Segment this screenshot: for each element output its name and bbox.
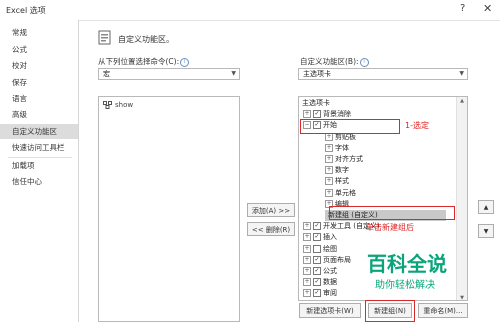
tree-row-label: 数据 xyxy=(323,278,337,287)
new-tab-button[interactable]: 新建选项卡(W) xyxy=(299,303,361,318)
help-button[interactable]: ? xyxy=(460,3,465,14)
expand-icon[interactable]: + xyxy=(303,244,311,253)
customize-ribbon-label: 自定义功能区(B): i xyxy=(300,56,369,67)
tree-row[interactable]: + 字体 xyxy=(325,143,349,154)
choose-commands-label-text: 从下列位置选择命令(C): xyxy=(98,57,180,66)
customize-ribbon-label-text: 自定义功能区(B): xyxy=(300,57,359,66)
rename-button[interactable]: 重命名(M)... xyxy=(418,303,468,318)
tree-row-label: 公式 xyxy=(323,267,337,275)
info-icon: i xyxy=(180,57,190,67)
sidebar-item-language[interactable]: 语言 xyxy=(0,91,78,106)
tree-row[interactable]: + ✓ 插入 xyxy=(303,232,337,243)
title-bar: Excel 选项 ? ✕ xyxy=(0,0,500,21)
watermark-title: 百科全说 xyxy=(367,252,447,276)
page-heading: 自定义功能区。 xyxy=(118,35,174,44)
list-item-label: show xyxy=(115,101,134,109)
move-up-button[interactable]: ▲ xyxy=(478,200,494,214)
expand-icon[interactable]: + xyxy=(325,155,333,163)
highlight-new-group xyxy=(329,206,455,220)
customize-ribbon-icon xyxy=(98,30,112,46)
expand-icon[interactable]: + xyxy=(303,267,311,275)
tree-row[interactable]: + 数字 xyxy=(325,165,349,176)
tree-row[interactable]: 主选项卡 xyxy=(302,98,330,109)
choose-commands-label: 从下列位置选择命令(C): i xyxy=(98,56,190,67)
expand-icon[interactable]: + xyxy=(303,233,311,242)
highlight-start-tab xyxy=(300,119,400,134)
sidebar-item-save[interactable]: 保存 xyxy=(0,75,78,90)
tree-row[interactable]: + 绘图 xyxy=(303,244,337,255)
checkbox[interactable]: ✓ xyxy=(313,233,321,242)
checkbox[interactable]: ✓ xyxy=(313,255,321,264)
expand-icon[interactable]: + xyxy=(303,255,311,264)
choose-commands-combo[interactable]: 宏 ▼ xyxy=(98,68,240,80)
checkbox[interactable]: ✓ xyxy=(313,222,321,231)
scroll-down-icon[interactable]: ▼ xyxy=(457,294,467,300)
tree-row[interactable]: + 单元格 xyxy=(325,188,356,199)
info-icon: i xyxy=(359,57,369,67)
sidebar-item-quick-access[interactable]: 快速访问工具栏 xyxy=(0,140,78,155)
tree-row[interactable]: + ✓ 数据 xyxy=(303,277,337,288)
close-button[interactable]: ✕ xyxy=(483,2,492,15)
sidebar-item-proofing[interactable]: 校对 xyxy=(0,58,78,73)
window-title: Excel 选项 xyxy=(6,6,46,15)
sidebar-item-trust-center[interactable]: 信任中心 xyxy=(0,174,78,189)
tree-row[interactable]: + ✓ 页面布局 xyxy=(303,255,351,266)
move-down-button[interactable]: ▼ xyxy=(478,224,494,238)
tree-row-label: 审阅 xyxy=(323,289,337,298)
sidebar: 常规 公式 校对 保存 语言 高级 自定义功能区 快速访问工具栏 加载项 信任中… xyxy=(0,20,79,322)
ribbon-type-value: 主选项卡 xyxy=(303,70,331,78)
expand-icon[interactable]: + xyxy=(325,177,333,186)
annotation-step1: 1-选定 xyxy=(405,121,429,130)
add-button[interactable]: 添加(A) >> xyxy=(247,203,295,217)
checkbox[interactable] xyxy=(313,244,321,253)
highlight-new-group-button xyxy=(365,300,415,322)
list-item[interactable]: show xyxy=(103,100,133,110)
checkbox[interactable]: ✓ xyxy=(313,289,321,298)
expand-icon[interactable]: + xyxy=(325,166,333,175)
tree-row[interactable]: + ✓ 审阅 xyxy=(303,288,337,299)
checkbox[interactable]: ✓ xyxy=(313,267,321,275)
sidebar-item-addins[interactable]: 加载项 xyxy=(0,158,78,173)
expand-icon[interactable]: + xyxy=(325,143,333,152)
chevron-down-icon: ▼ xyxy=(231,70,236,77)
tree-row-label: 绘图 xyxy=(323,244,337,253)
expand-icon[interactable]: + xyxy=(303,289,311,298)
tree-row-label: 字体 xyxy=(335,143,349,152)
tree-scrollbar[interactable]: ▲ ▼ xyxy=(456,97,467,300)
expand-icon[interactable]: + xyxy=(325,188,333,197)
tree-row[interactable]: + 对齐方式 xyxy=(325,154,363,165)
sidebar-item-formulas[interactable]: 公式 xyxy=(0,42,78,57)
tree-row-label: 主选项卡 xyxy=(302,99,330,107)
watermark-subtitle: 助你轻松解决 xyxy=(375,280,435,291)
remove-button[interactable]: << 删除(R) xyxy=(247,222,295,236)
sidebar-item-general[interactable]: 常规 xyxy=(0,25,78,40)
checkbox[interactable]: ✓ xyxy=(313,110,321,119)
sidebar-item-advanced[interactable]: 高级 xyxy=(0,107,78,122)
tree-row-label: 页面布局 xyxy=(323,255,351,264)
chevron-down-icon: ▼ xyxy=(459,70,464,77)
macro-icon xyxy=(103,101,112,109)
tree-row-label: 单元格 xyxy=(335,188,356,197)
ribbon-type-combo[interactable]: 主选项卡 ▼ xyxy=(298,68,468,80)
expand-icon[interactable]: + xyxy=(303,278,311,287)
tree-row-label: 数字 xyxy=(335,166,349,175)
scroll-up-icon[interactable]: ▲ xyxy=(457,97,467,105)
tree-row-label: 样式 xyxy=(335,177,349,186)
tree-row[interactable]: + 样式 xyxy=(325,176,349,187)
tree-row-label: 插入 xyxy=(323,233,337,242)
expand-icon[interactable]: + xyxy=(303,110,311,119)
expand-icon[interactable]: + xyxy=(303,222,311,231)
tree-row[interactable]: + ✓ 公式 xyxy=(303,266,337,277)
annotation-step2: 单击新建组后 xyxy=(366,223,414,232)
choose-commands-value: 宏 xyxy=(103,70,110,78)
sidebar-item-customize-ribbon[interactable]: 自定义功能区 xyxy=(0,124,78,139)
tree-row-label: 对齐方式 xyxy=(335,155,363,163)
checkbox[interactable]: ✓ xyxy=(313,278,321,287)
tree-row-label: 背景消除 xyxy=(323,110,351,119)
commands-list[interactable]: show xyxy=(98,96,240,322)
